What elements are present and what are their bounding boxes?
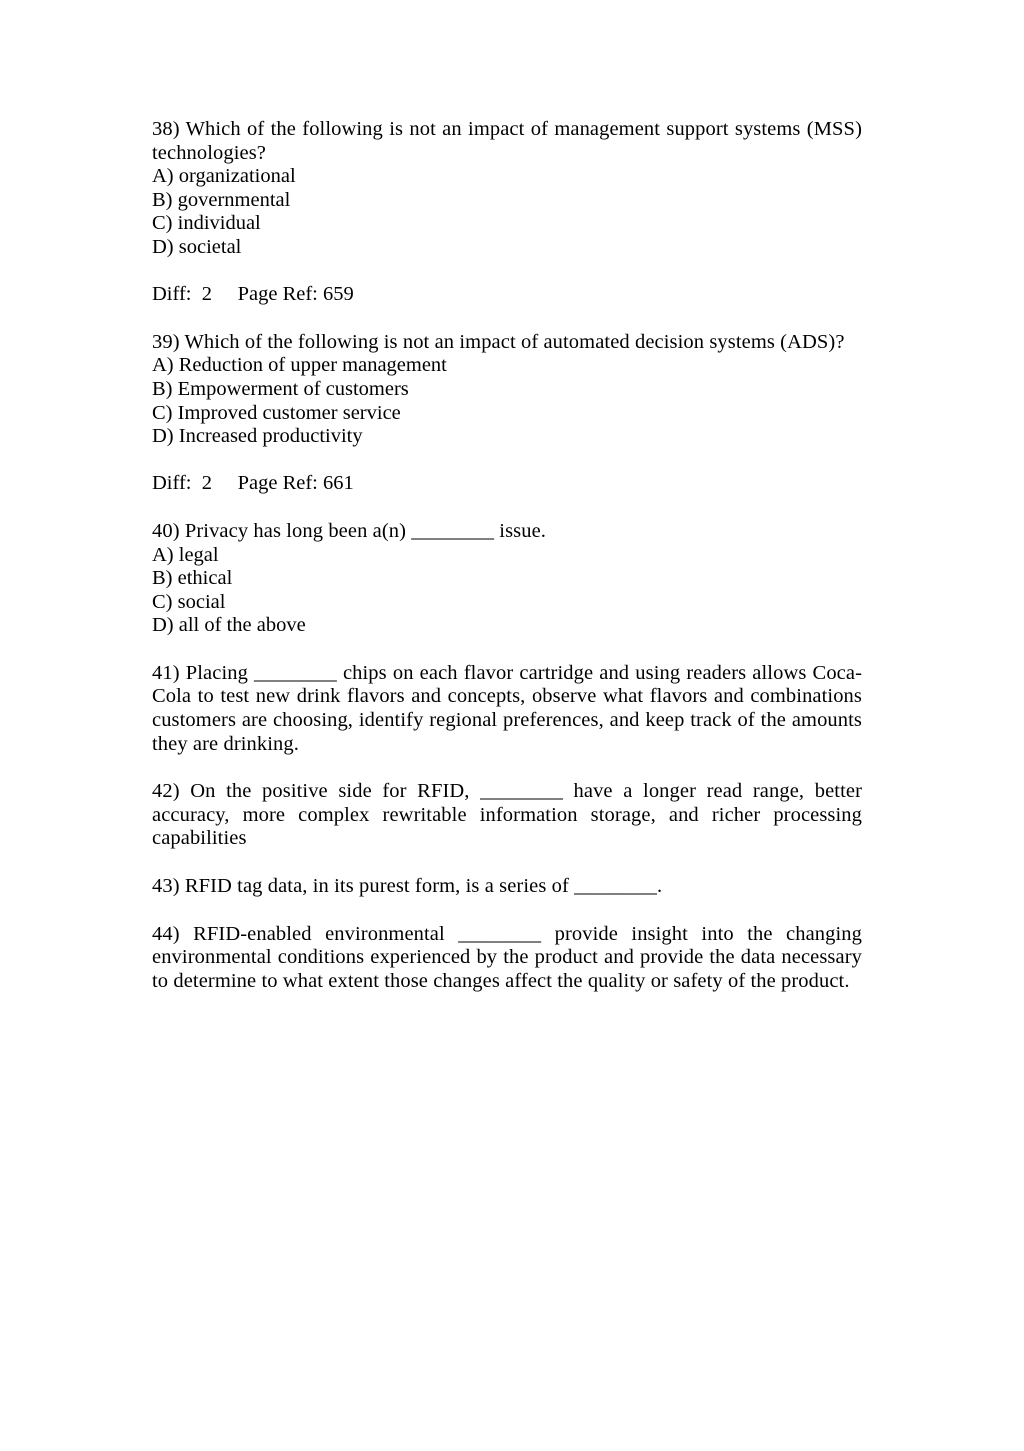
question-stem-line: 42) On the positive side for RFID, _____… (152, 780, 862, 803)
question-stem-line: 44) RFID-enabled environmental ________ … (152, 922, 862, 945)
question-block: 38) Which of the following is not an imp… (152, 118, 862, 307)
document-page: 38) Which of the following is not an imp… (0, 0, 1024, 1451)
question-stem-line: environmental conditions experienced by … (152, 946, 862, 969)
answer-option[interactable]: D) all of the above (152, 614, 862, 638)
answer-option[interactable]: B) ethical (152, 567, 862, 591)
answer-option[interactable]: C) Improved customer service (152, 402, 862, 426)
question-stem-line: 40) Privacy has long been a(n) ________ … (152, 519, 547, 542)
question-block: 41) Placing ________ chips on each flavo… (152, 662, 862, 756)
question-block: 43) RFID tag data, in its purest form, i… (152, 875, 862, 899)
question-stem-line: they are drinking. (152, 732, 299, 755)
answer-option[interactable]: C) social (152, 591, 862, 615)
question-block: 44) RFID-enabled environmental ________ … (152, 923, 862, 994)
question-stem-line: 41) Placing ________ chips on each flavo… (152, 661, 862, 684)
question-stem-line: Cola to test new drink flavors and conce… (152, 685, 862, 708)
question-stem-line: technologies? (152, 141, 267, 164)
question-block: 40) Privacy has long been a(n) ________ … (152, 520, 862, 638)
question-stem-line: 39) Which of the following is not an imp… (152, 330, 845, 353)
answer-option[interactable]: A) legal (152, 544, 862, 568)
answer-option[interactable]: A) organizational (152, 165, 862, 189)
question-block: 39) Which of the following is not an imp… (152, 331, 862, 496)
answer-option[interactable]: A) Reduction of upper management (152, 354, 862, 378)
question-stem-line: capabilities (152, 827, 247, 850)
answer-option[interactable]: B) Empowerment of customers (152, 378, 862, 402)
question-stem-line: accuracy, more complex rewritable inform… (152, 803, 862, 826)
question-stem-line: 43) RFID tag data, in its purest form, i… (152, 875, 663, 898)
answer-option[interactable]: B) governmental (152, 189, 862, 213)
question-metadata: Diff: 2 Page Ref: 659 (152, 283, 354, 306)
question-stem-line: 38) Which of the following is not an imp… (152, 118, 862, 140)
question-list: 38) Which of the following is not an imp… (152, 118, 862, 1017)
question-block: 42) On the positive side for RFID, _____… (152, 780, 862, 851)
answer-option[interactable]: D) Increased productivity (152, 425, 862, 449)
question-stem-line: customers are choosing, identify regiona… (152, 709, 862, 732)
answer-option[interactable]: D) societal (152, 236, 862, 260)
answer-option[interactable]: C) individual (152, 212, 862, 236)
question-stem-line: to determine to what extent those change… (152, 969, 850, 992)
question-metadata: Diff: 2 Page Ref: 661 (152, 472, 354, 495)
